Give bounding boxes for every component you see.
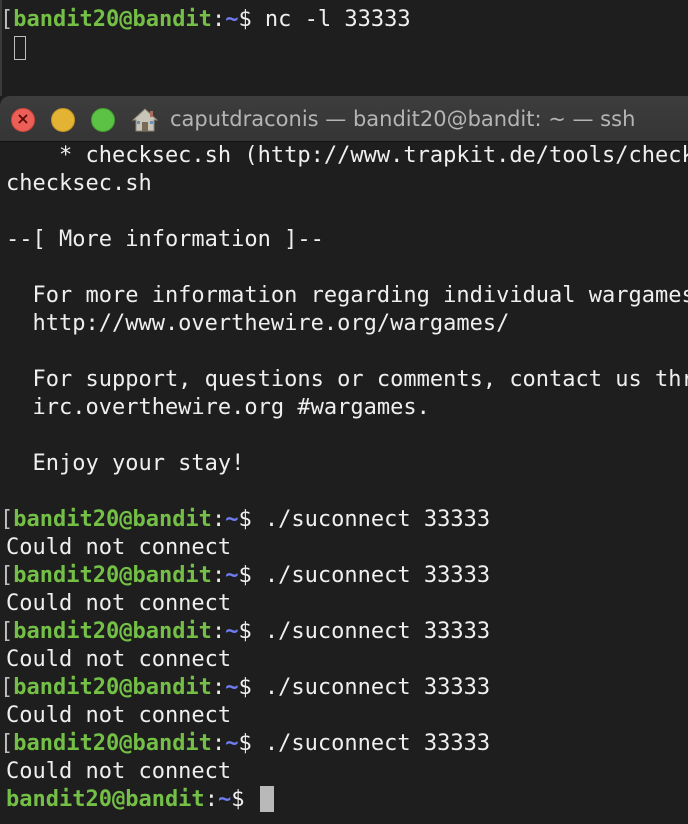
text-cursor	[259, 786, 274, 812]
prompt-path: ~	[225, 731, 239, 756]
prompt-symbol: $	[231, 787, 245, 812]
motd-line: For support, questions or comments, cont…	[32, 367, 688, 392]
prompt-bracket: [	[0, 563, 14, 588]
background-prompt-line: [bandit20@bandit:~$ nc -l 33333	[2, 6, 411, 34]
motd-line: * checksec.sh (http://www.trapkit.de/too…	[58, 143, 688, 168]
prompt-path: ~	[225, 563, 239, 588]
command-text: ./suconnect 33333	[251, 563, 491, 588]
prompt-user: bandit20@bandit	[13, 563, 212, 588]
command-text: ./suconnect 33333	[251, 507, 491, 532]
prompt-path: ~	[225, 675, 239, 700]
prompt-symbol: $	[238, 675, 252, 700]
motd-line: http://www.overthewire.org/wargames/	[6, 311, 510, 336]
prompt-user: bandit20@bandit	[6, 787, 205, 812]
output-line: Could not connect	[6, 647, 232, 672]
window-title: caputdraconis — bandit20@bandit: ~ — ssh	[170, 107, 636, 131]
prompt-bracket: [	[0, 7, 14, 32]
motd-line: For more information regarding individua…	[32, 283, 688, 308]
prompt-user: bandit20@bandit	[13, 731, 212, 756]
title-bar[interactable]: caputdraconis — bandit20@bandit: ~ — ssh	[0, 96, 688, 142]
prompt-user: bandit20@bandit	[13, 7, 212, 32]
prompt-user: bandit20@bandit	[13, 619, 212, 644]
command-line: [bandit20@bandit:~$ ./suconnect 33333	[0, 730, 491, 758]
background-terminal-window[interactable]: [bandit20@bandit:~$ nc -l 33333	[0, 0, 688, 96]
output-line: Could not connect	[6, 535, 232, 560]
maximize-button[interactable]	[91, 108, 115, 132]
prompt-bracket: [	[0, 731, 14, 756]
motd-line: checksec.sh	[6, 171, 152, 196]
background-cursor	[14, 36, 26, 60]
prompt-colon: :	[211, 675, 226, 700]
prompt-symbol: $	[238, 619, 252, 644]
command-text	[244, 787, 257, 812]
output-line: Could not connect	[6, 591, 232, 616]
command-text: nc -l 33333	[251, 7, 411, 32]
command-text: ./suconnect 33333	[251, 675, 491, 700]
terminal-output[interactable]: * checksec.sh (http://www.trapkit.de/too…	[0, 142, 688, 824]
command-line: [bandit20@bandit:~$ ./suconnect 33333	[0, 506, 491, 534]
active-prompt-line: bandit20@bandit:~$	[6, 786, 274, 814]
close-button[interactable]	[11, 108, 35, 132]
prompt-symbol: $	[238, 563, 252, 588]
prompt-colon: :	[211, 7, 226, 32]
prompt-path: ~	[225, 619, 239, 644]
prompt-path: ~	[217, 787, 232, 812]
prompt-colon: :	[211, 563, 226, 588]
prompt-bracket: [	[0, 507, 14, 532]
motd-line: irc.overthewire.org #wargames.	[6, 395, 430, 420]
motd-line: Enjoy your stay!	[6, 451, 245, 476]
prompt-user: bandit20@bandit	[13, 507, 212, 532]
output-line: Could not connect	[6, 759, 232, 784]
command-line: [bandit20@bandit:~$ ./suconnect 33333	[0, 618, 491, 646]
prompt-symbol: $	[238, 731, 252, 756]
prompt-bracket: [	[0, 619, 14, 644]
minimize-button[interactable]	[51, 108, 75, 132]
command-line: [bandit20@bandit:~$ ./suconnect 33333	[0, 674, 491, 702]
prompt-colon: :	[211, 731, 226, 756]
terminal-window[interactable]: caputdraconis — bandit20@bandit: ~ — ssh…	[0, 96, 688, 824]
home-icon	[132, 108, 158, 132]
prompt-colon: :	[211, 507, 226, 532]
prompt-path: ~	[225, 507, 239, 532]
prompt-symbol: $	[238, 7, 252, 32]
prompt-colon: :	[204, 787, 218, 812]
prompt-symbol: $	[238, 507, 252, 532]
prompt-colon: :	[211, 619, 226, 644]
prompt-bracket: [	[0, 675, 14, 700]
prompt-user: bandit20@bandit	[13, 675, 212, 700]
prompt-path: ~	[225, 7, 239, 32]
motd-line: --[ More information ]--	[6, 227, 324, 252]
command-text: ./suconnect 33333	[251, 731, 491, 756]
command-line: [bandit20@bandit:~$ ./suconnect 33333	[0, 562, 491, 590]
output-line: Could not connect	[6, 703, 232, 728]
command-text: ./suconnect 33333	[251, 619, 491, 644]
